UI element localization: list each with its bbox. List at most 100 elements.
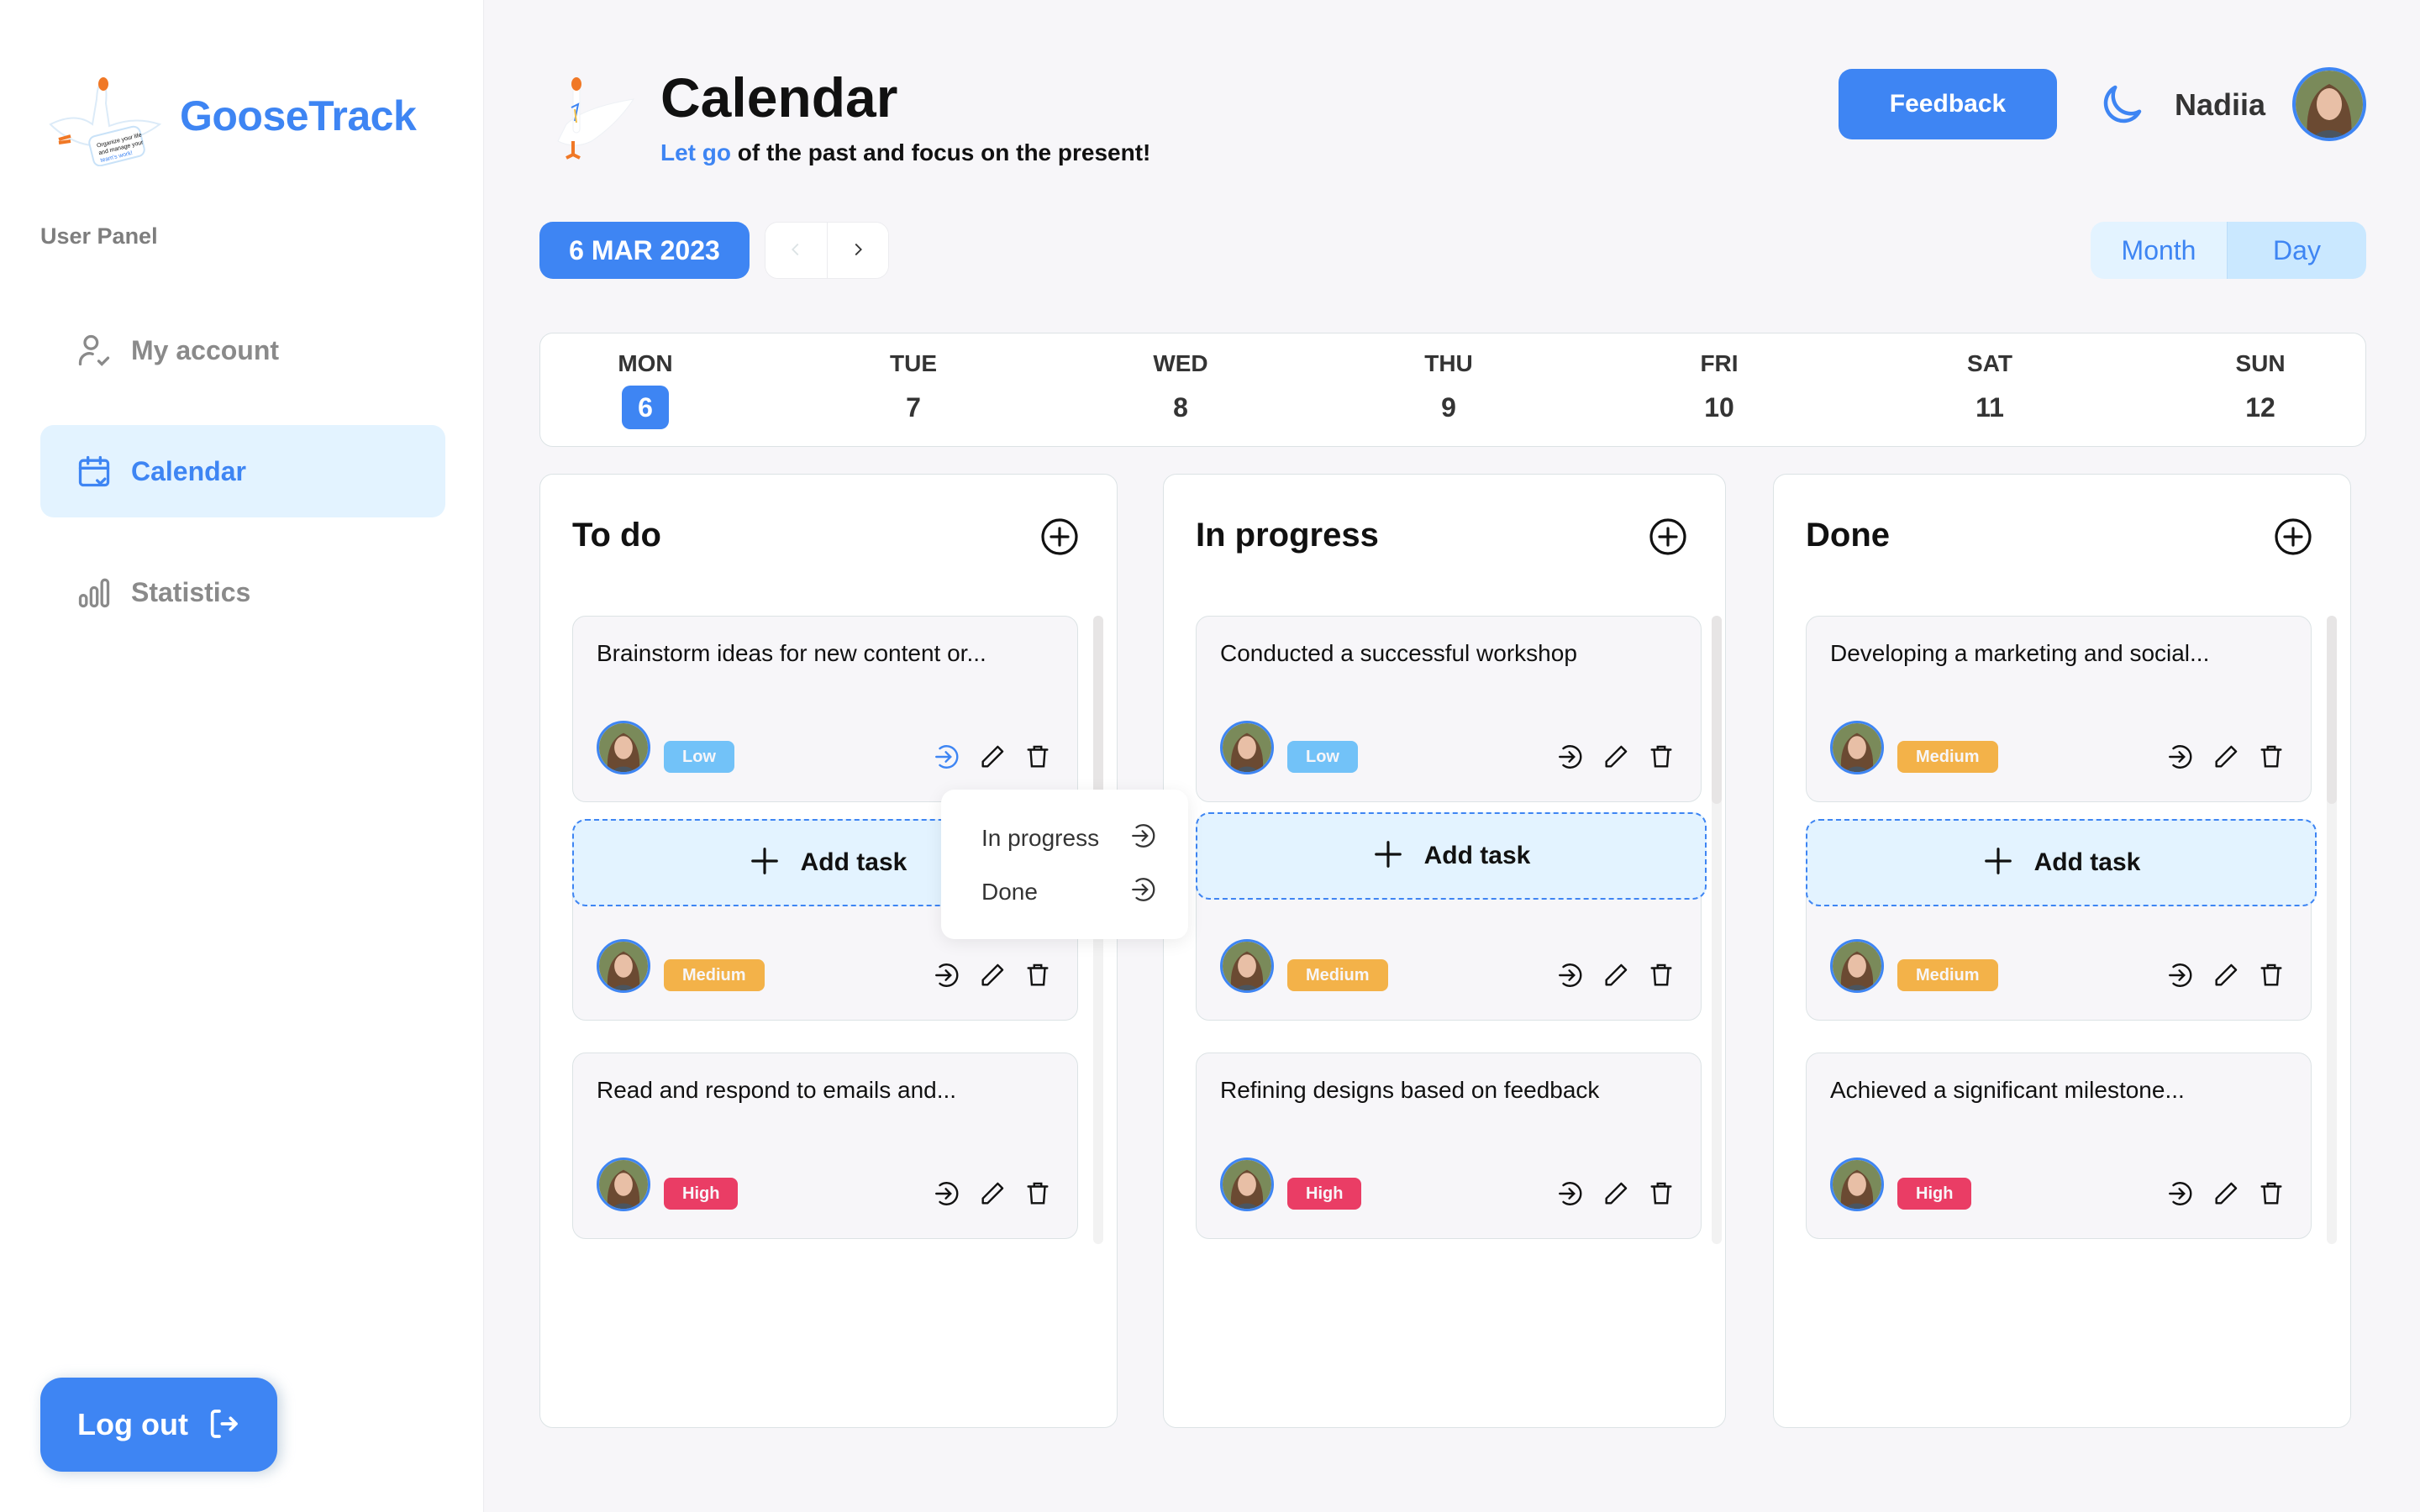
add-task-circle-icon[interactable] xyxy=(1039,517,1080,557)
sidebar-item-label: My account xyxy=(131,334,280,365)
page-title: Calendar xyxy=(660,66,898,129)
move-task-icon[interactable] xyxy=(2166,961,2195,990)
previous-day-button[interactable] xyxy=(765,223,827,278)
view-day-tab[interactable]: Day xyxy=(2227,222,2366,279)
delete-trash-icon[interactable] xyxy=(1647,1179,1676,1208)
task-card[interactable]: Brainstorm ideas for new content or... Lo… xyxy=(572,616,1078,802)
edit-pencil-icon[interactable] xyxy=(2212,961,2240,990)
scrollbar-thumb[interactable] xyxy=(1093,616,1103,804)
move-task-icon[interactable] xyxy=(933,743,961,771)
delete-trash-icon[interactable] xyxy=(1023,961,1052,990)
task-actions xyxy=(933,743,1052,771)
delete-trash-icon[interactable] xyxy=(1023,1179,1052,1208)
sidebar-item-my-account[interactable]: My account xyxy=(40,304,445,396)
move-task-icon[interactable] xyxy=(1556,1179,1585,1208)
chevron-right-icon xyxy=(849,240,867,261)
edit-pencil-icon[interactable] xyxy=(978,743,1007,771)
delete-trash-icon[interactable] xyxy=(1023,743,1052,771)
scrollbar-thumb[interactable] xyxy=(2327,616,2337,804)
edit-pencil-icon[interactable] xyxy=(978,961,1007,990)
delete-trash-icon[interactable] xyxy=(2257,743,2286,771)
edit-pencil-icon[interactable] xyxy=(2212,743,2240,771)
move-task-icon[interactable] xyxy=(1556,961,1585,990)
column-title: In progress xyxy=(1196,517,1379,554)
task-actions xyxy=(933,1179,1052,1208)
bar-chart-icon xyxy=(74,572,114,612)
scrollbar-thumb[interactable] xyxy=(1712,616,1722,804)
sidebar-item-statistics[interactable]: Statistics xyxy=(40,546,445,638)
move-task-icon[interactable] xyxy=(2166,1179,2195,1208)
task-list: Conducted a successful workshopLowBuildi… xyxy=(1196,616,1710,1244)
task-actions xyxy=(2166,1179,2286,1208)
weekday-label: FRI xyxy=(1700,350,1739,376)
task-actions xyxy=(1556,1179,1676,1208)
move-task-icon[interactable] xyxy=(2166,743,2195,771)
column-done: Done Developing a marketing and social...… xyxy=(1773,474,2351,1428)
logout-button[interactable]: Log out xyxy=(40,1378,277,1472)
sidebar-item-calendar[interactable]: Calendar xyxy=(40,425,445,517)
move-to-done[interactable]: Done xyxy=(981,875,1158,908)
logout-label: Log out xyxy=(77,1407,188,1441)
week-day-fri[interactable]: FRI 10 xyxy=(1669,350,1770,429)
task-card[interactable]: Read and respond to emails and... High xyxy=(572,1053,1078,1239)
task-list-scrollbar[interactable] xyxy=(2327,616,2337,1244)
priority-badge: Medium xyxy=(1897,959,1998,991)
next-day-button[interactable] xyxy=(826,223,888,278)
view-month-tab[interactable]: Month xyxy=(2091,222,2227,279)
column-to-do: To do Brainstorm ideas for new content or… xyxy=(539,474,1118,1428)
edit-pencil-icon[interactable] xyxy=(1602,743,1630,771)
logout-icon xyxy=(207,1407,240,1443)
add-task-label: Add task xyxy=(1423,842,1531,869)
weekday-label: TUE xyxy=(890,350,937,376)
week-day-mon[interactable]: MON 6 xyxy=(595,350,696,429)
user-avatar[interactable] xyxy=(2292,67,2366,141)
moon-icon[interactable] xyxy=(2097,79,2148,129)
add-task-button[interactable]: Add task xyxy=(1196,812,1707,900)
task-list-scrollbar[interactable] xyxy=(1712,616,1722,1244)
delete-trash-icon[interactable] xyxy=(2257,1179,2286,1208)
move-task-icon[interactable] xyxy=(1556,743,1585,771)
chevron-left-icon xyxy=(786,240,805,261)
task-card[interactable]: Achieved a significant milestone... High xyxy=(1806,1053,2312,1239)
task-assignee-avatar xyxy=(1220,939,1274,993)
week-day-sun[interactable]: SUN 12 xyxy=(2210,350,2311,429)
delete-trash-icon[interactable] xyxy=(1647,743,1676,771)
edit-pencil-icon[interactable] xyxy=(2212,1179,2240,1208)
plus-icon xyxy=(749,845,781,881)
edit-pencil-icon[interactable] xyxy=(1602,961,1630,990)
app-logo[interactable]: Organize your life and manage your team'… xyxy=(42,66,417,167)
edit-pencil-icon[interactable] xyxy=(1602,1179,1630,1208)
column-in-progress: In progress Conducted a successful worksh… xyxy=(1163,474,1726,1428)
add-task-button[interactable]: Add task xyxy=(1806,819,2317,906)
task-card[interactable]: Conducted a successful workshop Low xyxy=(1196,616,1702,802)
task-assignee-avatar xyxy=(1830,721,1884,774)
week-day-tue[interactable]: TUE 7 xyxy=(863,350,964,429)
current-date-chip[interactable]: 6 MAR 2023 xyxy=(539,222,750,279)
delete-trash-icon[interactable] xyxy=(2257,961,2286,990)
move-task-icon[interactable] xyxy=(933,1179,961,1208)
weekday-date: 8 xyxy=(1173,392,1188,423)
plus-icon xyxy=(1982,845,2014,881)
week-day-wed[interactable]: WED 8 xyxy=(1130,350,1231,429)
edit-pencil-icon[interactable] xyxy=(978,1179,1007,1208)
move-task-icon[interactable] xyxy=(933,961,961,990)
user-check-icon xyxy=(74,330,114,370)
priority-badge: Medium xyxy=(664,959,765,991)
task-assignee-avatar xyxy=(1830,939,1884,993)
feedback-button[interactable]: Feedback xyxy=(1839,69,2057,139)
task-assignee-avatar xyxy=(1220,1158,1274,1211)
task-card[interactable]: Developing a marketing and social... Medi… xyxy=(1806,616,2312,802)
delete-trash-icon[interactable] xyxy=(1647,961,1676,990)
move-to-in-progress[interactable]: In progress xyxy=(981,822,1158,854)
sidebar: Organize your life and manage your team'… xyxy=(0,0,484,1512)
add-task-circle-icon[interactable] xyxy=(1648,517,1688,557)
weekday-label: MON xyxy=(618,350,673,376)
weekday-date: 7 xyxy=(906,392,921,423)
week-day-sat[interactable]: SAT 11 xyxy=(1939,350,2040,429)
add-task-circle-icon[interactable] xyxy=(2273,517,2313,557)
priority-badge: High xyxy=(1287,1178,1362,1210)
task-card[interactable]: Refining designs based on feedback High xyxy=(1196,1053,1702,1239)
user-panel-label: User Panel xyxy=(40,223,158,249)
arrow-circle-right-icon xyxy=(1129,822,1158,854)
week-day-thu[interactable]: THU 9 xyxy=(1398,350,1499,429)
